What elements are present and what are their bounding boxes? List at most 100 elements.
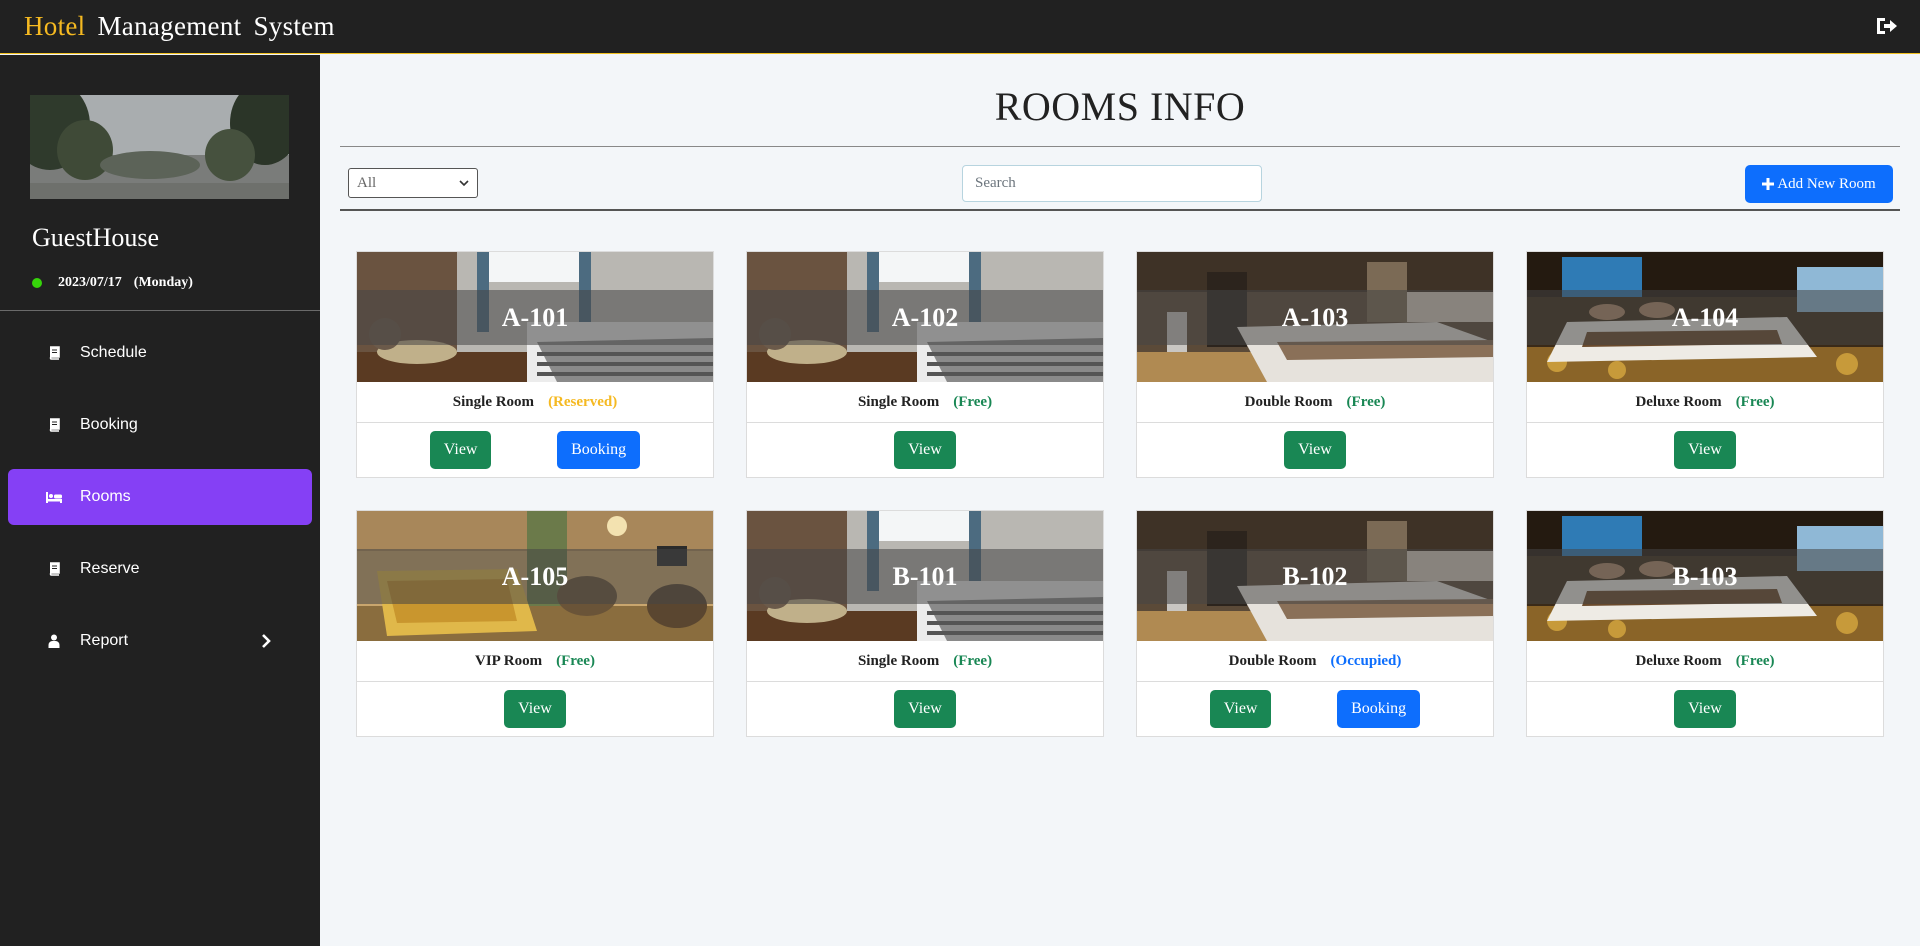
top-bar: Hotel Management System — [0, 0, 1920, 54]
sidebar-item-label: Booking — [80, 416, 138, 433]
add-new-room-button[interactable]: Add New Room — [1745, 165, 1893, 203]
main-content: ROOMS INFO All Add New Room A-101 Single … — [320, 55, 1920, 946]
room-actions: View — [1527, 423, 1883, 477]
room-card: A-102 Single Room (Free) View — [746, 251, 1104, 478]
brand-word-management: Management — [97, 11, 242, 41]
online-status-dot — [32, 278, 42, 288]
date-status: 2023/07/17 (Monday) — [32, 275, 193, 291]
room-type: Single Room — [452, 393, 535, 410]
user-icon — [44, 633, 64, 649]
room-actions: View Booking — [357, 423, 713, 477]
room-photo: A-105 — [357, 511, 713, 641]
add-new-room-label: Add New Room — [1777, 175, 1876, 192]
sidebar: GuestHouse 2023/07/17 (Monday) Schedule … — [0, 55, 320, 946]
booking-button[interactable]: Booking — [1337, 690, 1421, 728]
room-type: Double Room — [1228, 652, 1317, 669]
sidebar-item-label: Schedule — [80, 344, 147, 361]
book-icon — [44, 417, 64, 433]
room-status: (Free) — [556, 652, 595, 669]
view-room-button[interactable]: View — [1209, 690, 1272, 728]
sign-out-icon[interactable] — [1874, 14, 1898, 38]
room-info: Single Room (Free) — [747, 382, 1103, 423]
room-card: A-103 Double Room (Free) View — [1136, 251, 1494, 478]
sidebar-item-booking[interactable]: Booking — [8, 397, 312, 453]
room-status: (Reserved) — [548, 393, 618, 410]
room-actions: View — [1137, 423, 1493, 477]
sidebar-item-rooms[interactable]: Rooms — [8, 469, 312, 525]
book-icon — [44, 561, 64, 577]
room-actions: View — [1527, 682, 1883, 736]
room-code: A-105 — [501, 562, 569, 591]
room-filter-select[interactable]: All — [348, 168, 478, 198]
brand-word-hotel: Hotel — [24, 11, 86, 41]
room-info: Deluxe Room (Free) — [1527, 641, 1883, 682]
room-code: B-102 — [1282, 562, 1348, 591]
room-type: Deluxe Room — [1635, 652, 1722, 669]
sidebar-item-report[interactable]: Report — [8, 613, 312, 669]
room-status: (Occupied) — [1330, 652, 1402, 669]
room-card: B-103 Deluxe Room (Free) View — [1526, 510, 1884, 737]
view-room-button[interactable]: View — [1284, 431, 1346, 469]
room-actions: View — [747, 682, 1103, 736]
room-type: VIP Room — [475, 652, 543, 669]
room-photo: A-102 — [747, 252, 1103, 382]
view-room-button[interactable]: View — [894, 690, 956, 728]
sidebar-item-schedule[interactable]: Schedule — [8, 325, 312, 381]
room-type: Deluxe Room — [1635, 393, 1722, 410]
room-type: Double Room — [1244, 393, 1333, 410]
sidebar-item-label: Rooms — [80, 488, 131, 505]
room-info: Single Room (Free) — [747, 641, 1103, 682]
chevron-right-icon[interactable] — [260, 633, 272, 649]
room-card: A-101 Single Room (Reserved) View Booking — [356, 251, 714, 478]
view-room-button[interactable]: View — [894, 431, 956, 469]
room-photo: B-101 — [747, 511, 1103, 641]
divider — [340, 209, 1900, 211]
room-status: (Free) — [1735, 393, 1775, 410]
room-photo: A-101 — [357, 252, 713, 382]
divider — [340, 146, 1900, 147]
room-info: VIP Room (Free) — [357, 641, 713, 682]
sidebar-item-reserve[interactable]: Reserve — [8, 541, 312, 597]
room-status: (Free) — [953, 652, 993, 669]
current-day: (Monday) — [133, 275, 193, 290]
plus-icon — [1762, 178, 1775, 190]
bed-icon — [44, 489, 64, 505]
room-code: A-104 — [1671, 303, 1739, 332]
view-room-button[interactable]: View — [1674, 431, 1736, 469]
book-icon — [44, 345, 64, 361]
room-type: Single Room — [857, 652, 940, 669]
hotel-name: GuestHouse — [32, 223, 160, 252]
room-card: A-104 Deluxe Room (Free) View — [1526, 251, 1884, 478]
room-info: Single Room (Reserved) — [357, 382, 713, 423]
filter-selected-value: All — [357, 174, 377, 191]
room-card: A-105 VIP Room (Free) View — [356, 510, 714, 737]
sidebar-nav: Schedule Booking Rooms Reserve Report — [8, 325, 312, 685]
room-code: A-102 — [891, 303, 959, 332]
room-photo: B-102 — [1137, 511, 1493, 641]
room-photo: A-103 — [1137, 252, 1493, 382]
current-date: 2023/07/17 — [58, 275, 122, 290]
room-status: (Free) — [1346, 393, 1386, 410]
sidebar-divider — [0, 310, 320, 311]
room-actions: View — [357, 682, 713, 736]
view-room-button[interactable]: View — [1674, 690, 1736, 728]
room-type: Single Room — [857, 393, 940, 410]
room-card: B-101 Single Room (Free) View — [746, 510, 1104, 737]
booking-button[interactable]: Booking — [557, 431, 641, 469]
room-status: (Free) — [953, 393, 993, 410]
sidebar-item-label: Reserve — [80, 560, 140, 577]
view-room-button[interactable]: View — [504, 690, 566, 728]
app-title: Hotel Management System — [24, 11, 335, 42]
search-input[interactable] — [962, 165, 1262, 202]
room-info: Deluxe Room (Free) — [1527, 382, 1883, 423]
room-photo: B-103 — [1527, 511, 1883, 641]
room-actions: View — [747, 423, 1103, 477]
room-info: Double Room (Occupied) — [1137, 641, 1493, 682]
room-actions: View Booking — [1137, 682, 1493, 736]
room-code: A-101 — [501, 303, 569, 332]
view-room-button[interactable]: View — [429, 431, 492, 469]
sidebar-item-label: Report — [80, 632, 129, 649]
room-status: (Free) — [1735, 652, 1775, 669]
page-title: ROOMS INFO — [994, 84, 1246, 129]
room-code: A-103 — [1281, 303, 1349, 332]
